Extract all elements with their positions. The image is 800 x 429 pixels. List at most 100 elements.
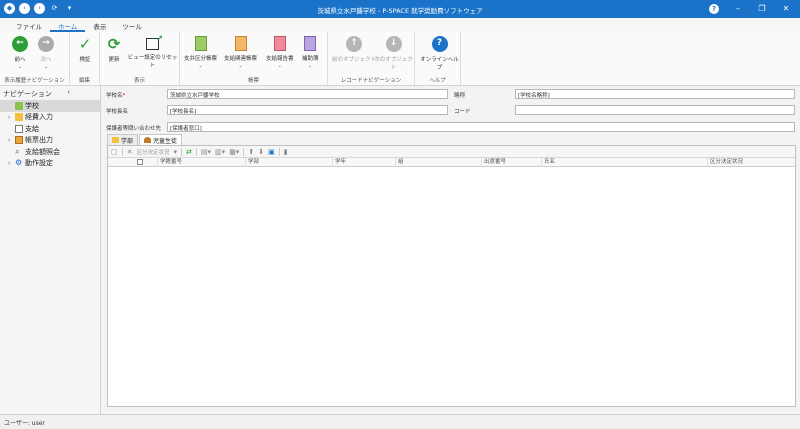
maximize-button[interactable]: ❐	[750, 2, 774, 16]
filter-dropdown[interactable]: 区分決定状況	[137, 148, 170, 156]
refresh-button[interactable]: ⟳ 更新	[106, 36, 122, 63]
nav-item-amount-inquiry[interactable]: ⌕ 支給額照会	[0, 146, 100, 158]
select-all-checkbox[interactable]	[137, 159, 143, 165]
window-title: 茨城県立水戸聾学校 - P-SPACE 就学奨励費ソフトウェア	[317, 7, 483, 15]
principal-input[interactable]: [学校長名]	[167, 105, 448, 115]
verify-button[interactable]: ✓ 検証	[77, 36, 93, 63]
ribbon-group-edit: ✓ 検証 編集	[70, 32, 100, 86]
form-subledger-button[interactable]: 補助簿 ⌄	[302, 36, 319, 69]
menu-tab-home[interactable]: ホーム	[50, 18, 86, 32]
group-label: ヘルプ	[429, 78, 446, 84]
expand-icon[interactable]: ›	[8, 137, 13, 144]
checkmark-icon: ✓	[78, 35, 92, 53]
ribbon-group-history: ← 前へ ⌄ → 次へ ⌄ 表示履歴ナビゲーション	[0, 32, 70, 86]
column-header-decision-status[interactable]: 区分決定状況	[707, 158, 795, 167]
status-bar: ユーザー: user	[0, 414, 800, 429]
detail-view: 学校名* 茨城県立水戸聾学校 略称 [学校名略称] 学校長名 [学校長名] コー…	[101, 86, 800, 414]
clipboard-orange-icon	[234, 36, 247, 51]
group-label: 編集	[78, 78, 90, 84]
window-controls: ? – ❐ ✕	[702, 2, 798, 16]
column-header-grade[interactable]: 学年	[332, 158, 395, 167]
next-object-button[interactable]: ↓ 次のオブジェクト	[373, 36, 414, 71]
gear-icon: ⚙	[15, 158, 23, 168]
arrow-up-icon[interactable]: ⬆	[248, 148, 254, 156]
expand-icon[interactable]: ›	[8, 114, 13, 121]
code-input[interactable]	[515, 105, 795, 115]
principal-label: 学校長名	[106, 109, 129, 115]
help-icon[interactable]: ?	[709, 4, 719, 14]
collapse-icon[interactable]: ‹	[67, 88, 70, 96]
menu-tab-file[interactable]: ファイル	[8, 18, 50, 32]
prev-object-button[interactable]: ↑ 前のオブジェクト	[332, 36, 376, 63]
navigation-header: ナビゲーション ‹	[3, 88, 70, 98]
refresh-icon: ⟳	[107, 35, 121, 53]
group-label: レコードナビゲーション	[340, 78, 402, 84]
question-icon: ?	[431, 36, 448, 52]
column-header-department[interactable]: 学部	[245, 158, 332, 167]
students-grid: ▢ ✕ 区分決定状況 ▾ ⇄ ▤▾ ▥▾ ▦▾ ⬆ ⬇ ▣ ▮ 学籍番号 学部 …	[107, 145, 796, 407]
form-shikyu-button[interactable]: 支給関連帳票 ⌄	[224, 36, 257, 69]
nav-item-form-output[interactable]: › 帳票出力	[0, 135, 100, 147]
folder-icon	[112, 137, 119, 143]
export-icon[interactable]: ▥▾	[215, 148, 225, 156]
arrow-down-icon: ↓	[385, 36, 402, 52]
menu-tab-view[interactable]: 表示	[85, 18, 114, 32]
new-document-icon[interactable]: ▢	[111, 148, 118, 156]
grid-header: 学籍番号 学部 学年 組 出席番号 氏名 区分決定状況	[108, 158, 795, 167]
folder-icon	[15, 113, 23, 122]
forward-button[interactable]: → 次へ ⌄	[38, 36, 54, 70]
contact-input[interactable]: [保護者窓口]	[167, 122, 795, 132]
detail-tabs: 学部 児童生徒	[107, 134, 183, 145]
nav-item-settings[interactable]: › ⚙ 動作設定	[0, 158, 100, 170]
column-header-class[interactable]: 組	[395, 158, 481, 167]
form-report-button[interactable]: 支給報告書 ⌄	[266, 36, 294, 69]
school-name-input[interactable]: 茨城県立水戸聾学校	[167, 89, 448, 99]
group-label: 表示履歴ナビゲーション	[4, 78, 65, 84]
minimize-button[interactable]: –	[726, 2, 750, 16]
arrow-left-icon: ←	[12, 36, 28, 52]
document-icon[interactable]: ▣	[268, 148, 275, 156]
print-icon[interactable]: ▦▾	[229, 148, 239, 156]
back-button[interactable]: ← 前へ ⌄	[12, 36, 28, 70]
column-header-student-id[interactable]: 学籍番号	[157, 158, 245, 167]
ribbon-group-forms: 支弁区分帳票 ⌄ 支給関連帳票 ⌄ 支給報告書 ⌄ 補助簿 ⌄ 帳票	[180, 32, 328, 86]
title-bar: ◆ ‹ › ⟳ ▾ 茨城県立水戸聾学校 - P-SPACE 就学奨励費ソフトウェ…	[0, 0, 800, 18]
delete-icon[interactable]: ✕	[127, 148, 133, 156]
menu-bar: ファイル ホーム 表示 ツール	[0, 18, 800, 32]
current-user: ユーザー: user	[4, 420, 45, 427]
arrow-right-icon: →	[38, 36, 54, 52]
ribbon-group-record-nav: ↑ 前のオブジェクト ↓ 次のオブジェクト レコードナビゲーション	[328, 32, 415, 86]
code-label: コード	[454, 109, 471, 115]
clipboard-purple-icon	[304, 36, 317, 51]
close-button[interactable]: ✕	[774, 2, 798, 16]
abbreviation-label: 略称	[454, 93, 466, 99]
column-header-name[interactable]: 氏名	[541, 158, 707, 167]
view-reset-icon: ↗	[146, 34, 163, 50]
link-icon[interactable]: ⇄	[186, 148, 192, 156]
ribbon: ← 前へ ⌄ → 次へ ⌄ 表示履歴ナビゲーション ✓ 検証 編集 ⟳ 更新 ↗ ビ…	[0, 32, 800, 86]
form-shiben-button[interactable]: 支弁区分帳票 ⌄	[184, 36, 217, 69]
school-icon	[15, 101, 23, 110]
table-icon[interactable]: ▤▾	[201, 148, 211, 156]
abbreviation-input[interactable]: [学校名略称]	[515, 89, 795, 99]
nav-item-expense-input[interactable]: › 経費入力	[0, 112, 100, 124]
trash-icon[interactable]: ▮	[284, 148, 288, 156]
arrow-up-icon: ↑	[346, 36, 362, 52]
clipboard-red-icon	[273, 36, 286, 51]
menu-tab-tools[interactable]: ツール	[114, 18, 150, 32]
group-label: 帳票	[247, 78, 259, 84]
nav-item-school[interactable]: 学校	[0, 100, 100, 112]
tab-students[interactable]: 児童生徒	[139, 134, 183, 145]
chevron-down-icon[interactable]: ▾	[174, 148, 178, 156]
online-help-button[interactable]: ? オンラインヘルプ	[419, 36, 460, 71]
arrow-down-icon[interactable]: ⬇	[258, 148, 264, 156]
table-icon	[15, 124, 23, 133]
tab-department[interactable]: 学部	[107, 134, 139, 145]
clipboard-icon	[15, 136, 23, 145]
student-icon	[144, 137, 152, 143]
grid-toolbar: ▢ ✕ 区分決定状況 ▾ ⇄ ▤▾ ▥▾ ▦▾ ⬆ ⬇ ▣ ▮	[108, 146, 795, 158]
expand-icon[interactable]: ›	[8, 160, 13, 167]
view-reset-button[interactable]: ↗ ビュー設定のリセット	[126, 34, 179, 69]
column-header-attendance-no[interactable]: 出席番号	[481, 158, 541, 167]
nav-item-payment[interactable]: 支給	[0, 123, 100, 135]
